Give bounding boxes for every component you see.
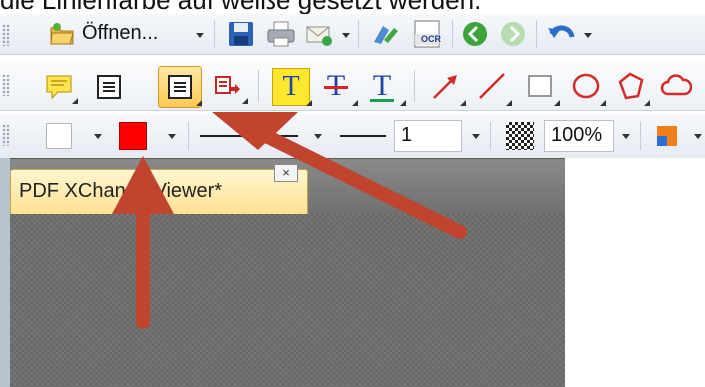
arrow-to-line-color-icon bbox=[112, 156, 174, 329]
arrow-to-callout-icon bbox=[212, 112, 467, 239]
annotation-arrows bbox=[112, 112, 467, 329]
